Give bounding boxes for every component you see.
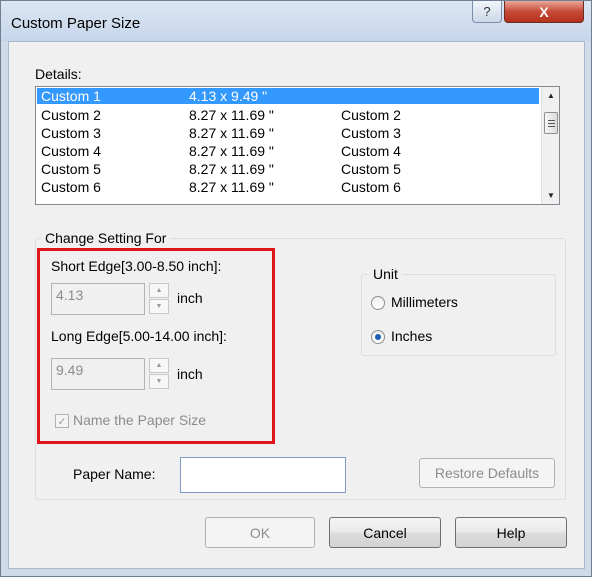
- close-button[interactable]: X: [504, 1, 584, 23]
- unit-label: Unit: [369, 266, 402, 282]
- triangle-down-icon: ▼: [155, 303, 163, 310]
- details-scrollbar[interactable]: ▲ ▼: [541, 87, 559, 204]
- help-button[interactable]: Help: [455, 517, 567, 548]
- scroll-up-button[interactable]: ▲: [542, 87, 560, 104]
- paper-name-label: Paper Name:: [73, 466, 156, 482]
- list-item[interactable]: Custom 1 4.13 x 9.49 ": [37, 88, 539, 104]
- title-help-button[interactable]: ?: [472, 1, 502, 23]
- checkmark-icon: ✓: [57, 415, 67, 428]
- list-item-name: Custom 2: [41, 107, 101, 123]
- name-paper-size-label: Name the Paper Size: [73, 412, 207, 428]
- triangle-down-icon: ▼: [155, 378, 163, 385]
- long-edge-spinner[interactable]: ▲ ▼: [149, 358, 169, 390]
- change-setting-label: Change Setting For: [41, 230, 171, 246]
- details-listbox[interactable]: Custom 1 4.13 x 9.49 " Custom 2 8.27 x 1…: [35, 86, 560, 205]
- close-icon: X: [539, 3, 549, 20]
- list-item[interactable]: Custom 3 8.27 x 11.69 " Custom 3: [37, 125, 539, 141]
- millimeters-label: Millimeters: [391, 294, 458, 310]
- restore-defaults-button[interactable]: Restore Defaults: [419, 458, 555, 488]
- name-paper-size-checkbox[interactable]: ✓: [55, 414, 69, 428]
- list-item-alias: Custom 6: [341, 179, 401, 195]
- list-item-name: Custom 3: [41, 125, 101, 141]
- list-item-alias: Custom 4: [341, 143, 401, 159]
- list-item[interactable]: Custom 5 8.27 x 11.69 " Custom 5: [37, 161, 539, 177]
- list-item-size: 8.27 x 11.69 ": [189, 161, 274, 177]
- triangle-up-icon: ▲: [155, 362, 163, 369]
- list-item-name: Custom 5: [41, 161, 101, 177]
- long-edge-up-button[interactable]: ▲: [149, 358, 169, 373]
- list-item-size: 8.27 x 11.69 ": [189, 179, 274, 195]
- short-edge-down-button[interactable]: ▼: [149, 299, 169, 314]
- long-edge-unit: inch: [177, 366, 203, 382]
- inches-label: Inches: [391, 328, 433, 344]
- short-edge-input[interactable]: 4.13: [51, 283, 145, 315]
- short-edge-up-button[interactable]: ▲: [149, 283, 169, 298]
- list-item-name: Custom 6: [41, 179, 101, 195]
- scroll-thumb[interactable]: [544, 112, 558, 134]
- title-bar[interactable]: Custom Paper Size ? X: [1, 1, 591, 41]
- scroll-down-button[interactable]: ▼: [542, 187, 560, 204]
- millimeters-radio[interactable]: [371, 296, 385, 310]
- triangle-down-icon: ▼: [547, 191, 555, 200]
- long-edge-input[interactable]: 9.49: [51, 358, 145, 390]
- list-item-size: 8.27 x 11.69 ": [189, 107, 274, 123]
- short-edge-spinner[interactable]: ▲ ▼: [149, 283, 169, 315]
- list-item[interactable]: Custom 6 8.27 x 11.69 " Custom 6: [37, 179, 539, 195]
- question-icon: ?: [483, 4, 491, 19]
- list-item[interactable]: Custom 4 8.27 x 11.69 " Custom 4: [37, 143, 539, 159]
- dialog-body: Details: Custom 1 4.13 x 9.49 " Custom 2…: [8, 41, 585, 569]
- list-item-size: 8.27 x 11.69 ": [189, 143, 274, 159]
- paper-name-input[interactable]: [180, 457, 346, 493]
- dialog-title: Custom Paper Size: [11, 15, 141, 32]
- triangle-up-icon: ▲: [547, 91, 555, 100]
- list-item-alias: Custom 5: [341, 161, 401, 177]
- long-edge-label: Long Edge[5.00-14.00 inch]:: [51, 328, 227, 344]
- list-item-size: 4.13 x 9.49 ": [189, 88, 268, 104]
- list-item-alias: Custom 2: [341, 107, 401, 123]
- short-edge-label: Short Edge[3.00-8.50 inch]:: [51, 258, 222, 274]
- list-item-alias: Custom 3: [341, 125, 401, 141]
- long-edge-down-button[interactable]: ▼: [149, 374, 169, 389]
- list-item-name: Custom 1: [41, 88, 101, 104]
- list-item[interactable]: Custom 2 8.27 x 11.69 " Custom 2: [37, 107, 539, 123]
- triangle-up-icon: ▲: [155, 287, 163, 294]
- details-label: Details:: [35, 66, 82, 82]
- list-item-name: Custom 4: [41, 143, 101, 159]
- ok-button[interactable]: OK: [205, 517, 315, 548]
- short-edge-unit: inch: [177, 290, 203, 306]
- custom-paper-size-dialog: Custom Paper Size ? X Details: Custom 1 …: [0, 0, 592, 577]
- cancel-button[interactable]: Cancel: [329, 517, 441, 548]
- inches-radio[interactable]: [371, 330, 385, 344]
- list-item-size: 8.27 x 11.69 ": [189, 125, 274, 141]
